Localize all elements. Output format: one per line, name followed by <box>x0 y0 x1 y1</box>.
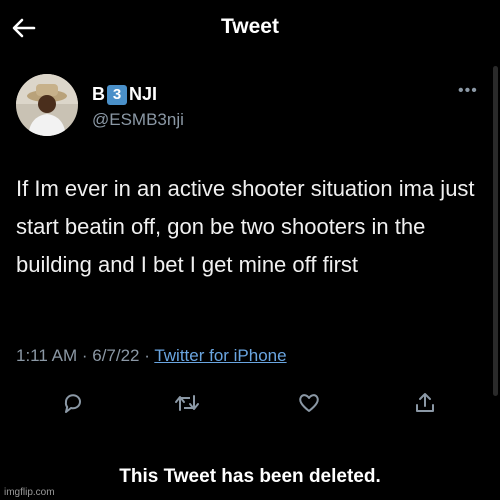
tweet-date: 6/7/22 <box>92 346 140 365</box>
tweet-text: If Im ever in an active shooter situatio… <box>16 176 475 277</box>
top-bar: Tweet <box>0 0 500 58</box>
meta-separator: · <box>77 346 93 365</box>
retweet-icon[interactable] <box>172 388 202 418</box>
tweet-source-link[interactable]: Twitter for iPhone <box>154 346 286 365</box>
scrollbar[interactable] <box>493 66 498 396</box>
share-icon[interactable] <box>410 388 440 418</box>
page-title: Tweet <box>221 15 279 38</box>
tweet-meta: 1:11 AM · 6/7/22 · Twitter for iPhone <box>16 346 287 366</box>
like-icon[interactable] <box>294 388 324 418</box>
tweet-actions <box>0 388 500 418</box>
author-name-prefix: B <box>92 84 105 104</box>
keycap-three-icon: 3 <box>107 84 127 105</box>
avatar[interactable] <box>16 74 78 136</box>
reply-icon[interactable] <box>58 388 88 418</box>
watermark: imgflip.com <box>4 487 55 498</box>
author-name[interactable]: B 3 NJI <box>92 84 157 105</box>
author-handle[interactable]: @ESMB3nji <box>92 110 184 130</box>
deleted-notice: This Tweet has been deleted. <box>119 466 381 487</box>
tweet-time: 1:11 AM <box>16 346 78 365</box>
more-options-icon[interactable]: ••• <box>458 83 478 99</box>
meta-separator: · <box>139 346 155 365</box>
author-name-suffix: NJI <box>129 84 158 104</box>
